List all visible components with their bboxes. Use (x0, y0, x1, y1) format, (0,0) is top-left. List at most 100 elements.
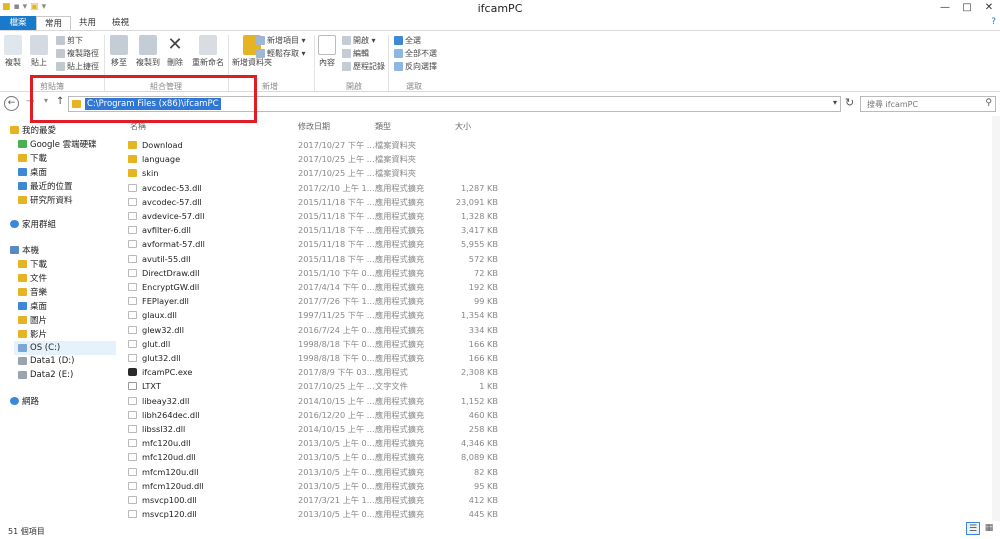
search-box[interactable]: ⚲ (860, 96, 996, 112)
nav-item-drive-d[interactable]: Data1 (D:) (18, 356, 74, 366)
file-row[interactable]: avdevice-57.dll 2015/11/18 下午 ... 應用程式擴充 1,… (124, 209, 994, 223)
nav-item-pictures[interactable]: 圖片 (18, 314, 47, 326)
paste-button[interactable]: 貼上 (30, 35, 48, 68)
cut-button[interactable]: 剪下 (56, 35, 83, 46)
nav-label: 桌面 (30, 168, 48, 178)
nav-item-pc-desktop[interactable]: 桌面 (18, 300, 47, 312)
column-header-type[interactable]: 類型 (375, 121, 391, 132)
new-item-button[interactable]: 新增項目 ▾ (256, 35, 306, 46)
nav-item-desktop[interactable]: 桌面 (18, 166, 47, 178)
search-icon[interactable]: ⚲ (985, 98, 992, 108)
back-button[interactable]: ← (4, 96, 19, 111)
select-none-button[interactable]: 全部不選 (394, 48, 437, 59)
tab-share[interactable]: 共用 (71, 16, 104, 30)
nav-label: Google 雲端硬碟 (30, 140, 97, 150)
file-row[interactable]: DirectDraw.dll 2015/1/10 下午 0... 應用程式擴充 72 … (124, 266, 994, 280)
delete-button[interactable]: ✕ 刪除 (166, 35, 184, 68)
dll-file-icon (128, 354, 137, 362)
select-all-button[interactable]: 全選 (394, 35, 421, 46)
tab-home[interactable]: 常用 (36, 16, 72, 30)
file-row[interactable]: FEPlayer.dll 2017/7/26 下午 1... 應用程式擴充 99 KB (124, 294, 994, 308)
tab-view[interactable]: 檢視 (104, 16, 137, 30)
file-type: 應用程式擴充 (375, 239, 425, 250)
dll-file-icon (128, 197, 137, 206)
file-size: 1,287 KB (460, 182, 498, 193)
copy-button[interactable]: 複製 (4, 35, 22, 68)
nav-favorites[interactable]: 我的最愛 (10, 124, 56, 136)
file-row[interactable]: avfilter-6.dll 2015/11/18 下午 ... 應用程式擴充 3,4… (124, 223, 994, 237)
file-row[interactable]: skin 2017/10/25 上午 ... 檔案資料夾 (124, 166, 994, 180)
file-row[interactable]: libh264dec.dll 2016/12/20 上午 ... 應用程式擴充 460… (124, 408, 994, 422)
vertical-scrollbar[interactable] (992, 116, 1000, 521)
nav-network[interactable]: 網路 (10, 395, 39, 407)
file-size: 445 KB (468, 509, 498, 520)
rename-button[interactable]: 重新命名 (192, 35, 224, 68)
details-view-button[interactable]: ☰ (966, 522, 980, 535)
file-row[interactable]: mfc120ud.dll 2013/10/5 上午 0... 應用程式擴充 8,089… (124, 450, 994, 464)
file-row[interactable]: msvcp100.dll 2017/3/21 上午 1... 應用程式擴充 412 K… (124, 493, 994, 507)
file-row[interactable]: language 2017/10/25 上午 ... 檔案資料夾 (124, 152, 994, 166)
nav-item-downloads[interactable]: 下載 (18, 152, 47, 164)
column-header-date[interactable]: 修改日期 (298, 121, 330, 132)
column-header-size[interactable]: 大小 (455, 121, 471, 132)
new-item-label: 新增項目 ▾ (267, 36, 306, 45)
tab-file[interactable]: 檔案 (0, 16, 36, 30)
file-size: 1,354 KB (460, 310, 498, 321)
file-row[interactable]: avcodec-53.dll 2017/2/10 上午 1... 應用程式擴充 1,2… (124, 181, 994, 195)
nav-item-research-data[interactable]: 研究所資料 (18, 194, 73, 206)
column-header-name[interactable]: 名稱 (130, 121, 146, 132)
file-row[interactable]: ifcamPC.exe 2017/8/9 下午 03... 應用程式 2,308 KB (124, 365, 994, 379)
file-row[interactable]: glew32.dll 2016/7/24 上午 0... 應用程式擴充 334 KB (124, 323, 994, 337)
file-row[interactable]: EncryptGW.dll 2017/4/14 下午 0... 應用程式擴充 192 … (124, 280, 994, 294)
easy-access-button[interactable]: 輕鬆存取 ▾ (256, 48, 306, 59)
file-row[interactable]: mfcm120u.dll 2013/10/5 上午 0... 應用程式擴充 82 KB (124, 465, 994, 479)
refresh-button[interactable]: ↻ (845, 96, 854, 109)
paste-shortcut-button[interactable]: 貼上捷徑 (56, 61, 99, 72)
file-row[interactable]: avutil-55.dll 2015/11/18 下午 ... 應用程式擴充 572 … (124, 252, 994, 266)
file-size: 72 KB (473, 267, 498, 278)
nav-item-drive-e[interactable]: Data2 (E:) (18, 370, 73, 380)
file-row[interactable]: avformat-57.dll 2015/11/18 下午 ... 應用程式擴充 5,… (124, 237, 994, 251)
minimize-button[interactable]: — (934, 0, 956, 15)
nav-item-google-drive[interactable]: Google 雲端硬碟 (18, 138, 97, 150)
status-item-count: 51 個項目 (8, 527, 45, 536)
open-button[interactable]: 開啟 ▾ (342, 35, 376, 46)
nav-item-music[interactable]: 音樂 (18, 286, 47, 298)
nav-this-pc[interactable]: 本機 (10, 244, 39, 256)
close-button[interactable]: ✕ (978, 0, 1000, 15)
copy-path-button[interactable]: 複製路徑 (56, 48, 99, 59)
copy-to-button[interactable]: 複製到 (136, 35, 160, 68)
large-icons-view-button[interactable]: ▦ (982, 522, 996, 535)
folder-icon (18, 196, 27, 204)
file-row[interactable]: glut.dll 1998/8/18 下午 0... 應用程式擴充 166 KB (124, 337, 994, 351)
search-input[interactable] (861, 97, 979, 111)
nav-label: 我的最愛 (22, 126, 57, 136)
properties-button[interactable]: 內容 (318, 35, 336, 68)
file-row[interactable]: mfc120u.dll 2013/10/5 上午 0... 應用程式擴充 4,346 … (124, 436, 994, 450)
file-row[interactable]: mfcm120ud.dll 2013/10/5 上午 0... 應用程式擴充 95 K… (124, 479, 994, 493)
nav-item-recent-places[interactable]: 最近的位置 (18, 180, 73, 192)
file-row[interactable]: libeay32.dll 2014/10/15 上午 ... 應用程式擴充 1,152… (124, 394, 994, 408)
nav-item-pc-downloads[interactable]: 下載 (18, 258, 47, 270)
file-row[interactable]: libssl32.dll 2014/10/15 上午 ... 應用程式擴充 258 K… (124, 422, 994, 436)
nav-homegroup[interactable]: 家用群組 (10, 218, 56, 230)
file-row[interactable]: avcodec-57.dll 2015/11/18 下午 ... 應用程式擴充 23,… (124, 195, 994, 209)
invert-selection-button[interactable]: 反向選擇 (394, 61, 437, 72)
maximize-button[interactable]: □ (956, 0, 978, 15)
file-type: 文字文件 (375, 381, 408, 392)
file-row[interactable]: LTXT 2017/10/25 上午 ... 文字文件 1 KB (124, 379, 994, 393)
move-to-button[interactable]: 移至 (110, 35, 128, 68)
nav-item-videos[interactable]: 影片 (18, 328, 47, 340)
nav-item-drive-c[interactable]: OS (C:) (14, 341, 116, 355)
file-row[interactable]: glut32.dll 1998/8/18 下午 0... 應用程式擴充 166 KB (124, 351, 994, 365)
help-icon[interactable]: ? (991, 17, 996, 27)
file-row[interactable]: Download 2017/10/27 下午 ... 檔案資料夾 (124, 138, 994, 152)
file-row[interactable]: msvcp120.dll 2013/10/5 上午 0... 應用程式擴充 445 K… (124, 507, 994, 521)
address-dropdown-icon[interactable]: ▾ (833, 98, 837, 107)
file-row[interactable]: glaux.dll 1997/11/25 下午 ... 應用程式擴充 1,354 KB (124, 308, 994, 322)
file-name: avdevice-57.dll (142, 211, 205, 221)
file-date: 2013/10/5 上午 0... (298, 480, 375, 491)
history-button[interactable]: 歷程記錄 (342, 61, 385, 72)
nav-item-documents[interactable]: 文件 (18, 272, 47, 284)
edit-button[interactable]: 編輯 (342, 48, 369, 59)
